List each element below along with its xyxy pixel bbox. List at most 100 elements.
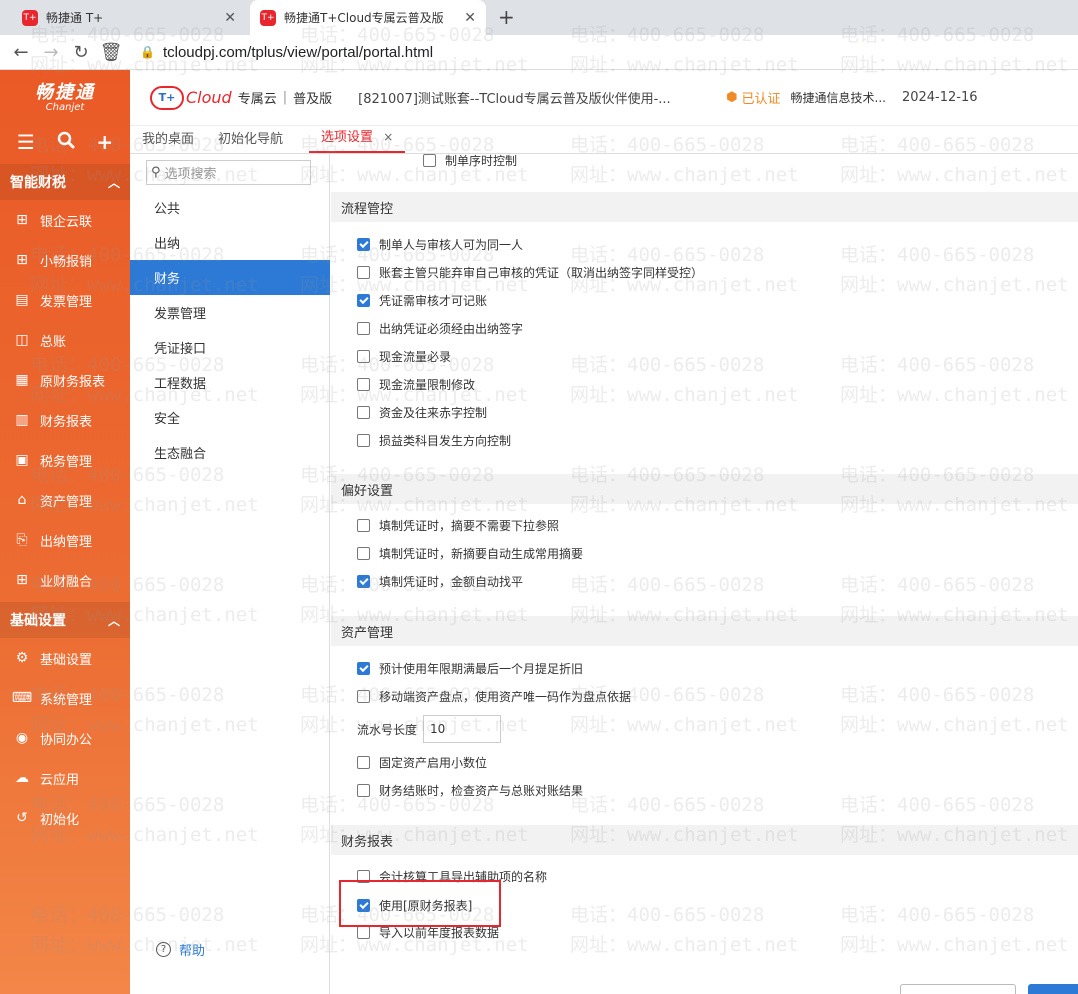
checkbox[interactable] <box>423 153 436 167</box>
category-invoice[interactable]: 发票管理 <box>130 295 330 330</box>
category-ecosystem[interactable]: 生态融合 <box>130 435 330 470</box>
browser-tab-tplus[interactable]: T+ 畅捷通 T+ ✕ <box>12 0 246 35</box>
sidebar-item-report[interactable]: ▥ 财务报表 <box>0 400 130 440</box>
sidebar-item-ledger[interactable]: ◫ 总账 <box>0 320 130 360</box>
sidebar-item-invoice[interactable]: ▤ 发票管理 <box>0 280 130 320</box>
category-voucher-interface[interactable]: 凭证接口 <box>130 330 330 365</box>
sidebar-item-system[interactable]: ⌨ 系统管理 <box>0 678 130 718</box>
checkbox[interactable] <box>357 925 370 939</box>
cancel-button[interactable] <box>900 984 1016 994</box>
option-item[interactable]: 凭证需审核才可记账 <box>357 291 487 309</box>
close-tab-icon[interactable]: ✕ <box>224 10 236 26</box>
brand-edition: 普及版 <box>293 92 333 107</box>
sidebar-item-tax[interactable]: ▣ 税务管理 <box>0 440 130 480</box>
company-name[interactable]: 畅捷通信息技术... <box>791 89 886 106</box>
browser-tab-tcloud[interactable]: T+ 畅捷通T+Cloud专属云普及版 ✕ <box>250 0 486 35</box>
checkbox[interactable] <box>357 898 370 912</box>
option-item[interactable]: 制单序时控制 <box>423 151 517 169</box>
tab-my-desktop[interactable]: 我的桌面 <box>130 128 206 153</box>
option-item-use-old-report[interactable]: 使用[原财务报表] <box>357 896 472 914</box>
checkbox[interactable] <box>357 349 370 363</box>
checkbox[interactable] <box>357 293 370 307</box>
new-tab-icon[interactable]: + <box>498 5 515 29</box>
category-engineering[interactable]: 工程数据 <box>130 365 330 400</box>
option-label: 预计使用年限期满最后一个月提足折旧 <box>379 661 584 676</box>
checkbox[interactable] <box>357 755 370 769</box>
option-item[interactable]: 损益类科目发生方向控制 <box>357 431 511 449</box>
help-link[interactable]: ? 帮助 <box>156 940 205 959</box>
checkbox[interactable] <box>357 237 370 251</box>
tab-options[interactable]: 选项设置 × <box>309 126 406 153</box>
back-arrow-icon[interactable]: ← <box>6 42 36 63</box>
search-icon[interactable] <box>57 130 75 154</box>
page-tabs: 我的桌面 初始化导航 选项设置 × <box>130 126 1078 154</box>
sidebar-item-bank-link[interactable]: ⊞ 银企云联 <box>0 200 130 240</box>
category-public[interactable]: 公共 <box>130 190 330 225</box>
sidebar-item-cloud-app[interactable]: ☁ 云应用 <box>0 758 130 798</box>
option-item[interactable]: 填制凭证时，金额自动找平 <box>357 572 523 590</box>
close-tab-icon[interactable]: ✕ <box>464 10 476 26</box>
sidebar-item-asset[interactable]: ⌂ 资产管理 <box>0 480 130 520</box>
category-finance[interactable]: 财务 <box>130 260 330 295</box>
sidebar-item-collab[interactable]: ◉ 协同办公 <box>0 718 130 758</box>
url-text[interactable]: tcloudpj.com/tplus/view/portal/portal.ht… <box>163 44 433 61</box>
checkbox[interactable] <box>357 377 370 391</box>
option-item[interactable]: 导入以前年度报表数据 <box>357 923 499 941</box>
option-item[interactable]: 现金流量限制修改 <box>357 375 475 393</box>
sidebar-item-basic-settings[interactable]: ⚙ 基础设置 <box>0 638 130 678</box>
chevron-up-icon[interactable]: ︿ <box>108 612 120 629</box>
chevron-up-icon[interactable]: ︿ <box>108 174 120 191</box>
checkbox[interactable] <box>357 265 370 279</box>
checkbox[interactable] <box>357 518 370 532</box>
sidebar-item-init[interactable]: ↺ 初始化 <box>0 798 130 838</box>
checkbox[interactable] <box>357 574 370 588</box>
tplus-logo-icon: T+ <box>150 85 184 110</box>
save-button[interactable] <box>1028 984 1078 994</box>
add-icon[interactable]: + <box>96 130 113 154</box>
checkbox[interactable] <box>357 689 370 703</box>
sidebar-item-cashier[interactable]: ⎘ 出纳管理 <box>0 520 130 560</box>
serial-length-input[interactable]: 10 <box>423 715 502 743</box>
trash-icon[interactable]: 🗑 <box>96 42 126 63</box>
category-security[interactable]: 安全 <box>130 400 330 435</box>
category-cashier[interactable]: 出纳 <box>130 225 330 260</box>
option-label: 账套主管只能弃审自己审核的凭证（取消出纳签字同样受控） <box>379 265 704 280</box>
serial-length-label: 流水号长度 <box>357 722 418 737</box>
checkbox[interactable] <box>357 546 370 560</box>
option-item[interactable]: 财务结账时，检查资产与总账对账结果 <box>357 781 583 799</box>
option-label: 制单人与审核人可为同一人 <box>379 237 524 252</box>
sidebar-item-biz-finance[interactable]: ⊞ 业财融合 <box>0 560 130 600</box>
sidebar-section-basic-settings[interactable]: 基础设置 ︿ <box>0 602 130 638</box>
checkbox[interactable] <box>357 433 370 447</box>
option-item[interactable]: 填制凭证时，摘要不需要下拉参照 <box>357 516 559 534</box>
app-header: T+ Cloud 专属云 | 普及版 [821007]测试账套--TCloud专… <box>130 70 1078 126</box>
checkbox[interactable] <box>357 869 370 883</box>
checkbox[interactable] <box>357 783 370 797</box>
option-item[interactable]: 移动端资产盘点，使用资产唯一码作为盘点依据 <box>357 687 631 705</box>
sidebar-item-expense[interactable]: ⊞ 小畅报销 <box>0 240 130 280</box>
sidebar-item-old-report[interactable]: ▦ 原财务报表 <box>0 360 130 400</box>
account-name[interactable]: [821007]测试账套--TCloud专属云普及版伙伴使用-... <box>358 88 690 107</box>
close-icon[interactable]: × <box>383 130 393 144</box>
checkbox[interactable] <box>357 321 370 335</box>
option-item[interactable]: 会计核算工具导出辅助项的名称 <box>357 867 547 885</box>
checkbox[interactable] <box>357 661 370 675</box>
cashier-icon: ⎘ <box>16 532 28 548</box>
chanjet-logo: 畅捷通 Chanjet <box>0 70 130 120</box>
reload-icon[interactable]: ↻ <box>66 42 96 63</box>
sidebar-section-smart-finance[interactable]: 智能财税 ︿ <box>0 164 130 200</box>
option-search-input[interactable]: ⚲ 选项搜索 <box>146 160 311 185</box>
forward-arrow-icon[interactable]: → <box>36 42 66 63</box>
option-item[interactable]: 制单人与审核人可为同一人 <box>357 235 523 253</box>
option-item[interactable]: 填制凭证时，新摘要自动生成常用摘要 <box>357 544 583 562</box>
option-item[interactable]: 固定资产启用小数位 <box>357 753 487 771</box>
option-item[interactable]: 现金流量必录 <box>357 347 451 365</box>
option-item[interactable]: 出纳凭证必须经由出纳签字 <box>357 319 523 337</box>
checkbox[interactable] <box>357 405 370 419</box>
option-item[interactable]: 资金及往来赤字控制 <box>357 403 487 421</box>
option-item[interactable]: 账套主管只能弃审自己审核的凭证（取消出纳签字同样受控） <box>357 263 703 281</box>
tab-init-guide[interactable]: 初始化导航 <box>206 128 295 153</box>
cloud-icon: ☁ <box>15 770 29 786</box>
option-item[interactable]: 预计使用年限期满最后一个月提足折旧 <box>357 659 583 677</box>
menu-toggle-icon[interactable]: ☰ <box>17 130 35 154</box>
